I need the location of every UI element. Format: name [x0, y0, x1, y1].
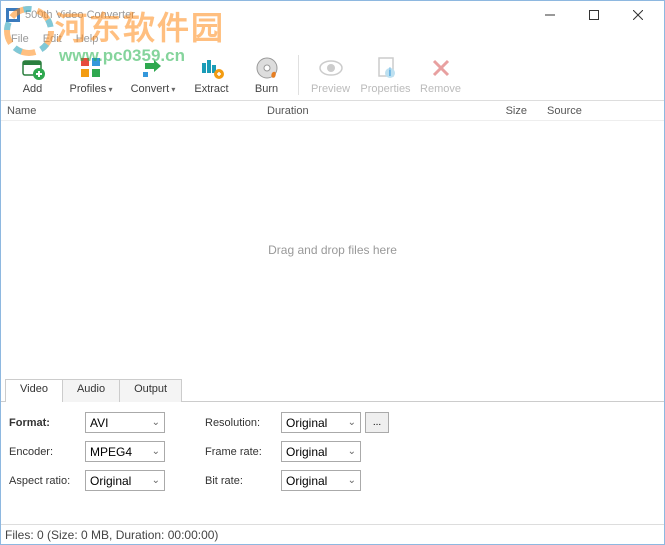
resolution-more-button[interactable]: ...: [365, 412, 389, 433]
toolbar: Add Profiles Convert Extract Burn Previe…: [1, 49, 664, 101]
convert-label: Convert: [131, 83, 176, 95]
convert-icon: [140, 55, 166, 81]
preview-icon: [318, 55, 344, 81]
panel-col-left: Format: AVI Encoder: MPEG4 Aspect ratio:…: [9, 412, 165, 501]
add-icon: [20, 55, 46, 81]
drop-hint: Drag and drop files here: [268, 243, 397, 257]
svg-text:i: i: [388, 65, 391, 79]
framerate-select[interactable]: Original: [281, 441, 361, 462]
add-button[interactable]: Add: [5, 51, 60, 99]
properties-label: Properties: [360, 83, 410, 95]
properties-button[interactable]: i Properties: [358, 51, 413, 99]
status-bar: Files: 0 (Size: 0 MB, Duration: 00:00:00…: [1, 524, 664, 544]
profiles-icon: [78, 55, 104, 81]
menu-edit[interactable]: Edit: [37, 31, 68, 47]
col-source[interactable]: Source: [547, 105, 658, 117]
app-icon: [5, 7, 21, 23]
extract-icon: [199, 55, 225, 81]
aspect-select[interactable]: Original: [85, 470, 165, 491]
drop-zone[interactable]: Drag and drop files here: [1, 121, 664, 379]
remove-button[interactable]: Remove: [413, 51, 468, 99]
profiles-label: Profiles: [70, 83, 113, 95]
tab-video[interactable]: Video: [5, 379, 63, 402]
format-select[interactable]: AVI: [85, 412, 165, 433]
bitrate-label: Bit rate:: [205, 475, 277, 487]
tabs: Video Audio Output: [1, 379, 664, 402]
window-controls: [528, 1, 660, 29]
remove-icon: [428, 55, 454, 81]
col-name[interactable]: Name: [7, 105, 267, 117]
resolution-label: Resolution:: [205, 417, 277, 429]
bitrate-select[interactable]: Original: [281, 470, 361, 491]
encoder-label: Encoder:: [9, 446, 81, 458]
preview-label: Preview: [311, 83, 350, 95]
tab-output[interactable]: Output: [119, 379, 182, 402]
burn-label: Burn: [255, 83, 278, 95]
burn-button[interactable]: Burn: [239, 51, 294, 99]
properties-icon: i: [373, 55, 399, 81]
burn-icon: [254, 55, 280, 81]
tab-audio[interactable]: Audio: [62, 379, 120, 402]
panel-col-right: Resolution: Original ... Frame rate: Ori…: [205, 412, 389, 501]
add-label: Add: [23, 83, 43, 95]
encoder-select[interactable]: MPEG4: [85, 441, 165, 462]
remove-label: Remove: [420, 83, 461, 95]
aspect-label: Aspect ratio:: [9, 475, 81, 487]
extract-label: Extract: [194, 83, 228, 95]
list-header: Name Duration Size Source: [1, 101, 664, 121]
maximize-button[interactable]: [572, 1, 616, 29]
status-text: Files: 0 (Size: 0 MB, Duration: 00:00:00…: [5, 528, 218, 542]
format-label: Format:: [9, 417, 81, 429]
preview-button[interactable]: Preview: [303, 51, 358, 99]
minimize-button[interactable]: [528, 1, 572, 29]
menu-help[interactable]: Help: [70, 31, 105, 47]
convert-button[interactable]: Convert: [122, 51, 184, 99]
extract-button[interactable]: Extract: [184, 51, 239, 99]
titlebar: 500th Video Converter: [1, 1, 664, 29]
toolbar-separator: [298, 55, 299, 95]
video-panel: Format: AVI Encoder: MPEG4 Aspect ratio:…: [1, 401, 664, 511]
menubar: File Edit Help: [1, 29, 664, 49]
close-button[interactable]: [616, 1, 660, 29]
col-size[interactable]: Size: [467, 105, 547, 117]
window-title: 500th Video Converter: [25, 9, 528, 21]
resolution-select[interactable]: Original: [281, 412, 361, 433]
menu-file[interactable]: File: [5, 31, 35, 47]
profiles-button[interactable]: Profiles: [60, 51, 122, 99]
framerate-label: Frame rate:: [205, 446, 277, 458]
col-duration[interactable]: Duration: [267, 105, 467, 117]
